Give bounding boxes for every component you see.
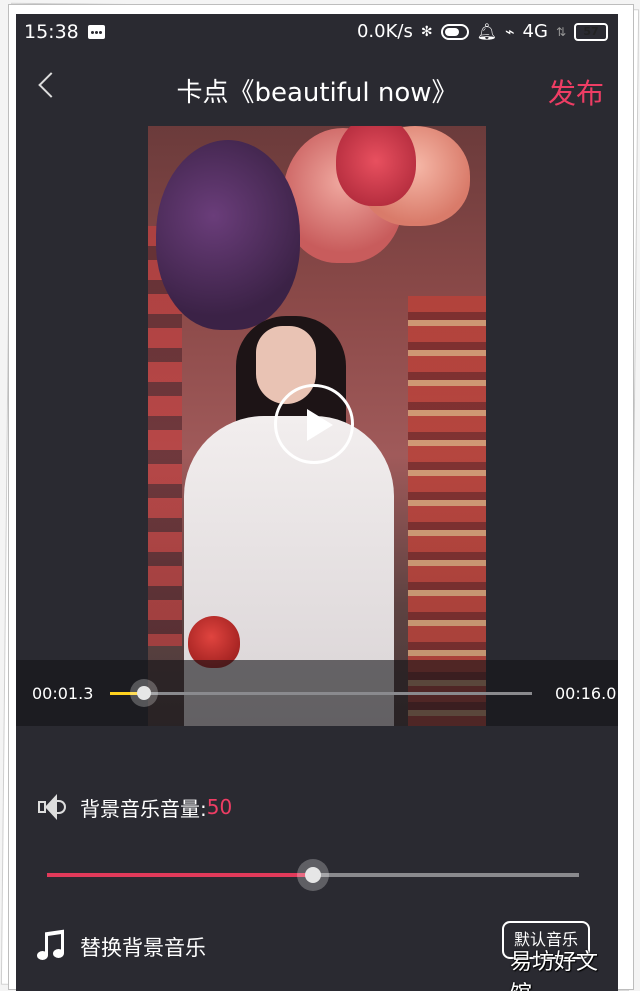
bell-icon: 🔔︎ [476, 22, 497, 41]
bluetooth-icon: ✻ [420, 23, 433, 40]
lantern [156, 140, 300, 330]
progress-thumb[interactable] [129, 679, 158, 707]
watermark: 易坊好文馆 [510, 950, 599, 991]
volume-slider[interactable] [47, 859, 579, 891]
status-indicators: 0.0K/s ✻ 🔔︎ ⌁ 4G ⇅ 57 [357, 21, 608, 42]
volume-value: 50 [206, 795, 233, 819]
status-time: 15:38 [24, 21, 79, 43]
replace-music-label: 替换背景音乐 [80, 936, 206, 960]
volume-row: 背景音乐音量: 50 [38, 790, 232, 824]
battery-level: 57 [583, 24, 599, 38]
current-time: 00:01.3 [32, 684, 94, 703]
replace-music-button[interactable]: 替换背景音乐 [36, 929, 206, 964]
phone-screen: 15:38 0.0K/s ✻ 🔔︎ ⌁ 4G ⇅ 57 卡点《beautiful… [16, 14, 618, 991]
video-progress-bar[interactable] [110, 679, 532, 707]
total-time: 00:16.0 [555, 684, 617, 703]
volume-label: 背景音乐音量: [80, 796, 207, 821]
data-arrows-icon: ⇅ [555, 24, 566, 39]
network-speed: 0.0K/s [356, 21, 413, 42]
play-button[interactable] [274, 384, 354, 464]
music-note-icon [36, 929, 66, 963]
video-timeline: 00:01.3 00:16.0 [16, 660, 618, 726]
lantern [336, 126, 416, 206]
speaker-icon [38, 792, 70, 822]
battery-icon: 57 [574, 22, 608, 41]
play-icon [307, 409, 333, 441]
volume-fill [47, 873, 313, 877]
volume-thumb[interactable] [297, 859, 329, 891]
publish-button[interactable]: 发布 [548, 72, 604, 112]
header: 卡点《beautiful now》 发布 [16, 62, 618, 118]
status-bar: 15:38 0.0K/s ✻ 🔔︎ ⌁ 4G ⇅ 57 [16, 14, 618, 52]
message-icon [88, 25, 105, 39]
signal-wave-icon: ⌁ [504, 22, 515, 41]
toggle-icon [440, 23, 469, 40]
video-preview[interactable] [148, 126, 486, 726]
page-title: 卡点《beautiful now》 [176, 78, 458, 108]
network-type: 4G [522, 21, 548, 42]
